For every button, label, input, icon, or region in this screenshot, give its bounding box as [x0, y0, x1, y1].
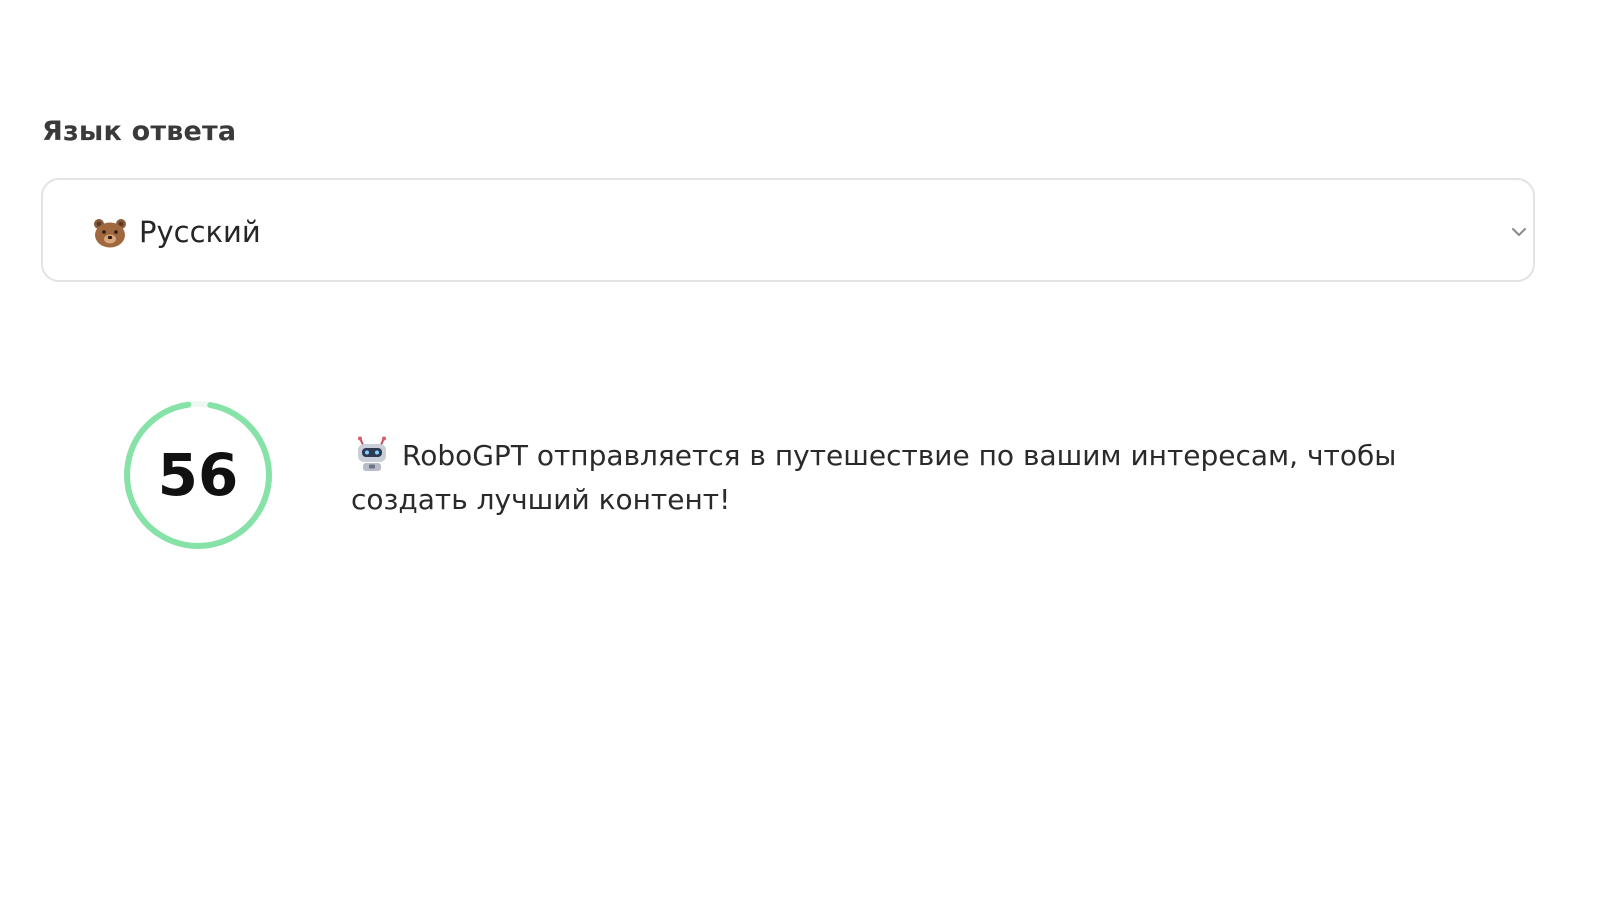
language-select-value: Русский — [139, 215, 261, 249]
progress-value: 56 — [157, 441, 239, 509]
bear-face-icon — [94, 219, 126, 248]
page: Язык ответа Русский 56 RoboGPT отправляе… — [0, 0, 1600, 900]
language-field-label: Язык ответа — [42, 116, 237, 147]
chevron-down-icon — [1512, 228, 1526, 236]
status-message: RoboGPT отправляется в путешествие по ва… — [351, 439, 1397, 516]
language-select[interactable]: Русский — [41, 178, 1535, 282]
